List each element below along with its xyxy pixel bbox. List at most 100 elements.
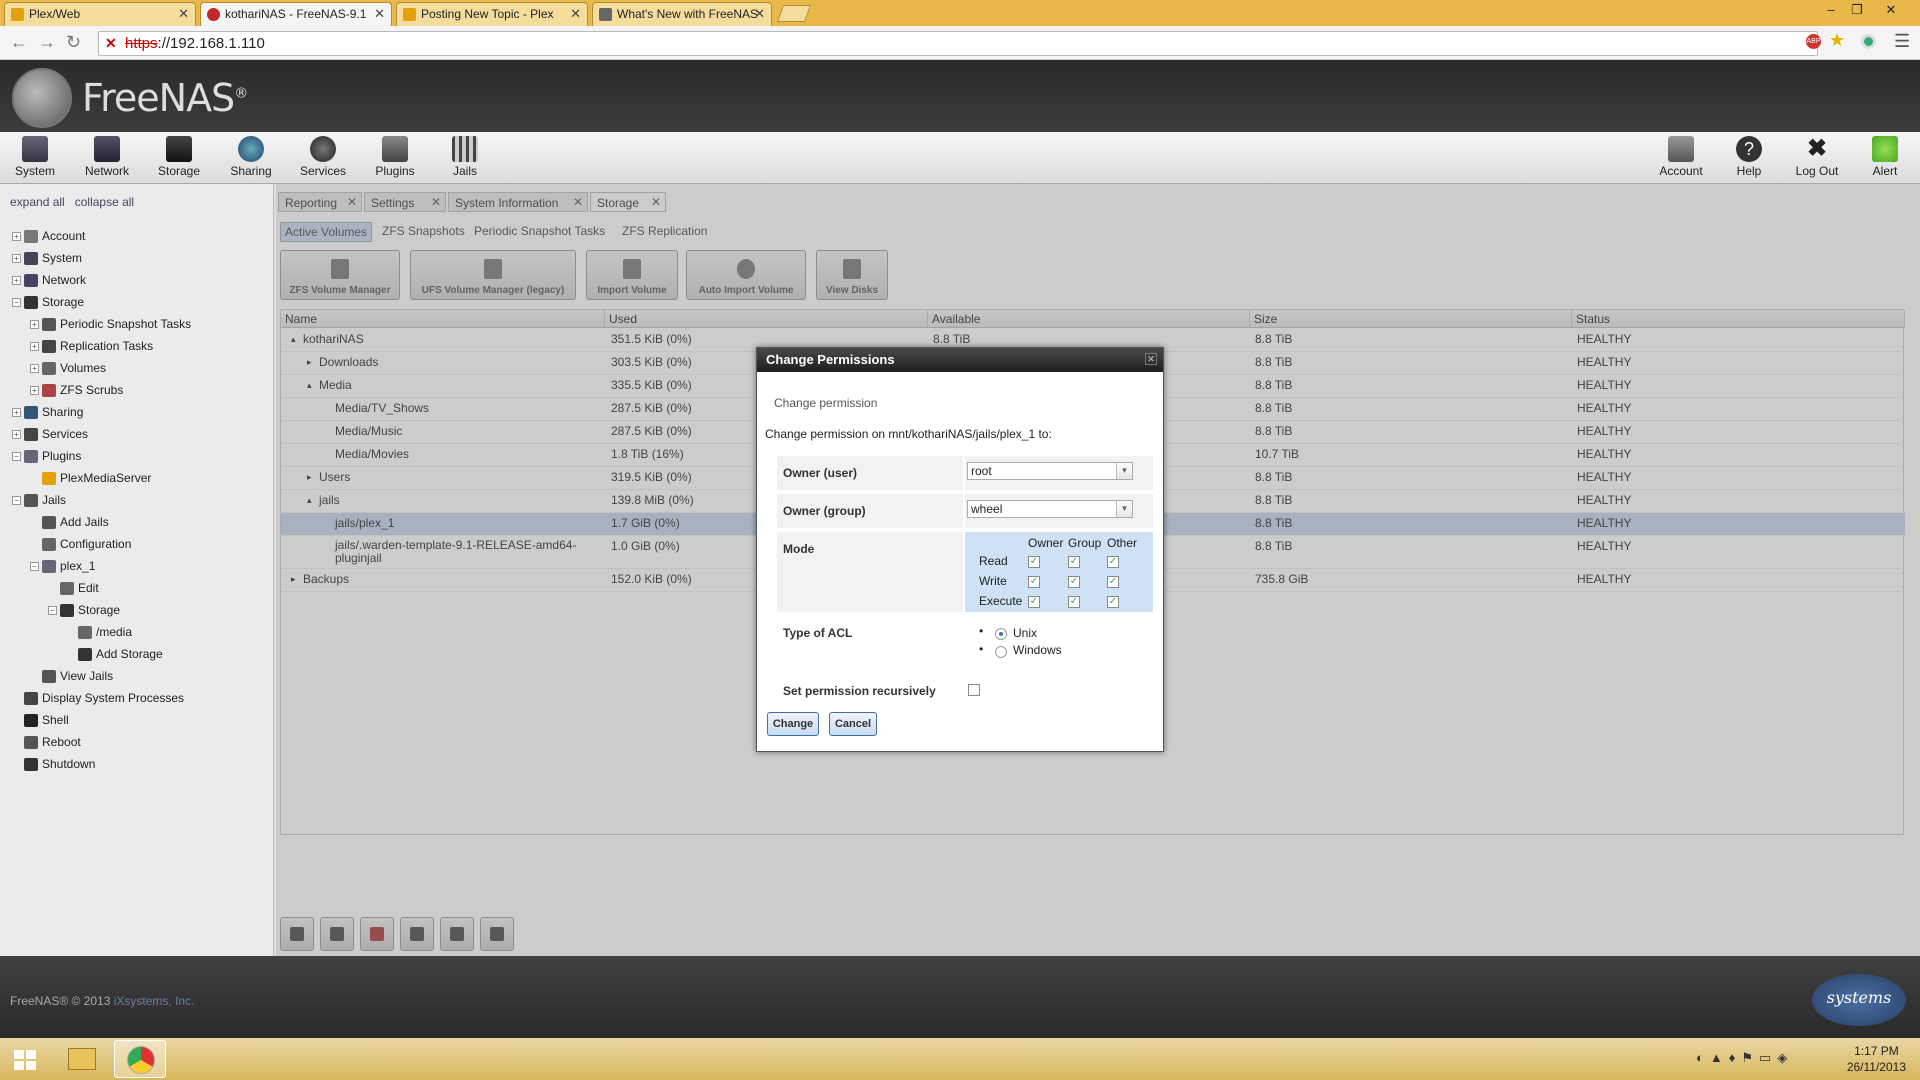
sidebar-item[interactable]: + Account [12,229,85,244]
collapse-all-link[interactable]: collapse all [75,195,134,209]
expander-icon[interactable]: − [12,298,21,308]
minimize-icon[interactable]: – [1820,2,1842,17]
acl-windows-radio[interactable] [995,646,1007,658]
sidebar-item[interactable]: Reboot [12,735,81,750]
expander-icon[interactable]: − [30,562,39,572]
windows-start-icon[interactable] [4,1040,44,1078]
mode-other-read-checkbox[interactable]: ✓ [1107,556,1119,568]
close-icon[interactable]: ✕ [754,6,765,22]
forward-icon[interactable]: → [38,32,56,53]
sidebar-item[interactable]: + System [12,251,82,266]
sidebar-item[interactable]: Add Jails [30,515,109,530]
chrome-taskbar-icon[interactable] [114,1040,166,1078]
toolbar-account-button[interactable]: Account [1652,136,1710,178]
dialog-close-icon[interactable]: ✕ [1145,353,1157,365]
sidebar-item[interactable]: /media [66,625,132,640]
mode-other-execute-checkbox[interactable]: ✓ [1107,596,1119,608]
mode-group-read-checkbox[interactable]: ✓ [1068,556,1080,568]
toolbar-services-button[interactable]: Services [294,136,352,178]
sidebar-item[interactable]: + ZFS Scrubs [30,383,123,398]
acl-windows-label: Windows [1013,643,1062,657]
mode-owner-read-checkbox[interactable]: ✓ [1028,556,1040,568]
system-icon [22,136,48,162]
sidebar-item[interactable]: − Plugins [12,449,81,464]
expander-icon[interactable]: − [48,606,57,616]
restore-icon[interactable]: ❐ [1846,2,1868,18]
expander-icon[interactable]: − [12,452,21,462]
expander-icon[interactable]: + [30,342,39,352]
system-tray-icons[interactable]: ◐▲♦⚑▭◈ [1696,1050,1816,1068]
back-icon[interactable]: ← [10,32,28,53]
toolbar-help-button[interactable]: ? Help [1720,136,1778,178]
expand-all-link[interactable]: expand all [10,195,65,209]
owner-user-select[interactable]: root ▼ [967,462,1133,480]
toolbar-storage-button[interactable]: Storage [150,136,208,178]
mode-owner-write-checkbox[interactable]: ✓ [1028,576,1040,588]
taskbar-clock[interactable]: 1:17 PM 26/11/2013 [1847,1043,1906,1075]
expander-icon[interactable]: + [12,254,21,264]
sidebar-item[interactable]: Configuration [30,537,131,552]
close-icon[interactable]: ✕ [374,6,385,22]
toolbar-sharing-button[interactable]: Sharing [222,136,280,178]
toolbar-network-button[interactable]: Network [78,136,136,178]
expander-icon[interactable]: + [30,364,39,374]
reload-icon[interactable]: ↻ [66,32,81,53]
toolbar-logout-button[interactable]: ✖ Log Out [1788,136,1846,179]
sidebar-item[interactable]: + Network [12,273,86,288]
file-explorer-icon[interactable] [56,1040,108,1078]
sidebar-item[interactable]: − Jails [12,493,66,508]
expander-icon[interactable]: − [12,496,21,506]
expander-icon[interactable]: + [30,320,39,330]
bookmark-star-icon[interactable]: ★ [1829,30,1845,51]
browser-tab[interactable]: Plex/Web ✕ [4,2,196,26]
sidebar-item[interactable]: + Sharing [12,405,83,420]
toolbar-jails-button[interactable]: Jails [436,136,494,178]
expander-icon[interactable]: + [12,430,21,440]
acl-unix-radio[interactable] [995,628,1007,640]
mode-group-execute-checkbox[interactable]: ✓ [1068,596,1080,608]
new-tab-button[interactable] [776,5,812,22]
close-window-icon[interactable]: ✕ [1880,2,1902,18]
sidebar-item[interactable]: Edit [48,581,99,596]
owner-group-select[interactable]: wheel ▼ [967,500,1133,518]
mode-group-write-checkbox[interactable]: ✓ [1068,576,1080,588]
change-button[interactable]: Change [767,712,819,736]
expander-icon[interactable]: + [12,276,21,286]
browser-tab-active[interactable]: kothariNAS - FreeNAS-9.1 ✕ [200,2,392,26]
expander-icon[interactable]: + [30,386,39,396]
sidebar-item[interactable]: + Volumes [30,361,106,376]
tab-title: kothariNAS - FreeNAS-9.1 [225,7,367,21]
sidebar-item[interactable]: Add Storage [66,647,163,662]
toolbar-system-button[interactable]: System [6,136,64,178]
mode-other-write-checkbox[interactable]: ✓ [1107,576,1119,588]
recursive-checkbox[interactable] [968,684,980,696]
dialog-description: Change permission on mnt/kothariNAS/jail… [765,427,1052,441]
sidebar-item[interactable]: Shutdown [12,757,95,772]
adblock-icon[interactable]: ABP [1806,34,1821,49]
company-link[interactable]: iXsystems, Inc. [114,994,195,1008]
browser-tab[interactable]: What's New with FreeNAS ✕ [592,2,772,26]
sidebar-item[interactable]: + Periodic Snapshot Tasks [30,317,191,332]
menu-icon[interactable]: ☰ [1894,31,1910,52]
sidebar-item[interactable]: View Jails [30,669,113,684]
address-bar[interactable]: ✕ https://192.168.1.110 [98,31,1818,56]
toolbar-plugins-button[interactable]: Plugins [366,136,424,178]
mode-owner-execute-checkbox[interactable]: ✓ [1028,596,1040,608]
sidebar-item[interactable]: Shell [12,713,69,728]
extension-icon[interactable] [1861,34,1876,49]
sidebar-item[interactable]: − plex_1 [30,559,95,574]
sidebar-item[interactable]: + Replication Tasks [30,339,153,354]
sidebar-item[interactable]: PlexMediaServer [30,471,151,486]
cancel-button[interactable]: Cancel [829,712,877,736]
expander-icon[interactable]: + [12,408,21,418]
sidebar-item[interactable]: + Services [12,427,88,442]
close-icon[interactable]: ✕ [178,6,189,22]
sidebar-item[interactable]: Display System Processes [12,691,184,706]
toolbar-alert-button[interactable]: Alert [1856,136,1914,178]
expander-icon[interactable]: + [12,232,21,242]
close-icon[interactable]: ✕ [570,6,581,22]
sidebar-item[interactable]: − Storage [12,295,84,310]
browser-tab[interactable]: Posting New Topic - Plex ✕ [396,2,588,26]
sidebar-item[interactable]: − Storage [48,603,120,618]
